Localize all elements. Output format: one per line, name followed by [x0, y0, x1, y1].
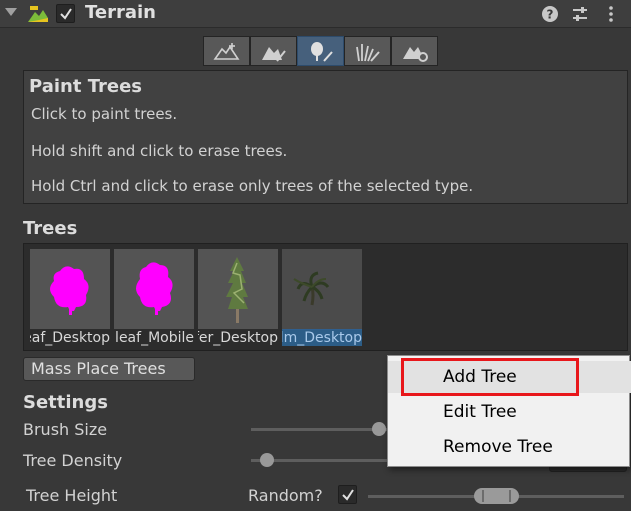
remove-tree-menu-item[interactable]: Remove Tree [388, 431, 631, 463]
tree-density-slider-knob[interactable] [260, 453, 274, 467]
tree-item-conifer-desktop[interactable]: Conifer_Desktop [198, 249, 278, 348]
add-tree-highlight-box [401, 358, 579, 396]
tree-label: Conifer_Desktop [198, 330, 278, 346]
grass-brush-icon [356, 44, 380, 62]
help-line: Click to paint trees. [31, 105, 178, 123]
tree-label: Palm_Desktop [282, 330, 362, 346]
terrain-icon [27, 4, 49, 28]
preset-icon[interactable] [571, 5, 589, 23]
trees-section-title: Trees [23, 218, 78, 239]
edit-tree-menu-item[interactable]: Edit Tree [388, 396, 631, 428]
tree-label: Broadleaf_Desktop [30, 330, 110, 346]
help-title: Paint Trees [29, 76, 143, 97]
create-neighbor-terrains-button[interactable] [203, 36, 250, 66]
help-line: Hold Ctrl and click to erase only trees … [31, 177, 474, 195]
more-options-icon[interactable] [602, 5, 620, 23]
brush-size-slider-track[interactable] [251, 428, 391, 431]
tree-height-label: Tree Height [26, 486, 118, 505]
tree-thumbnail [30, 249, 110, 329]
foldout-arrow-icon[interactable] [5, 8, 17, 16]
svg-text:?: ? [547, 8, 554, 22]
mass-place-trees-button[interactable]: Mass Place Trees [23, 357, 195, 381]
tree-thumbnail [114, 249, 194, 329]
component-title: Terrain [85, 2, 156, 23]
tree-density-label: Tree Density [23, 451, 123, 470]
tree-item-broadleaf-desktop[interactable]: Broadleaf_Desktop [30, 249, 110, 348]
paint-terrain-button[interactable] [250, 36, 297, 66]
tree-height-range-handle[interactable] [474, 488, 519, 504]
random-label: Random? [248, 486, 323, 505]
settings-section-title: Settings [23, 392, 108, 413]
tree-thumbnail [198, 249, 278, 329]
brush-size-label: Brush Size [23, 420, 108, 439]
help-line: Hold shift and click to erase trees. [31, 142, 288, 160]
tree-item-broadleaf-mobile[interactable]: Broadleaf_Mobile [114, 249, 194, 348]
terrain-plus-icon [213, 43, 240, 60]
terrain-enabled-checkbox[interactable] [56, 4, 75, 23]
terrain-gear-icon [403, 47, 428, 62]
terrain-brush-icon [262, 47, 286, 62]
brush-size-slider-knob[interactable] [372, 422, 386, 436]
tree-thumbnail [282, 249, 362, 331]
tree-item-palm-desktop[interactable]: Palm_Desktop [282, 249, 362, 348]
random-checkbox[interactable] [338, 485, 357, 504]
terrain-settings-button[interactable] [391, 36, 438, 66]
paint-trees-button[interactable] [297, 36, 344, 66]
help-icon[interactable]: ? [541, 5, 559, 23]
tree-label: Broadleaf_Mobile [114, 330, 194, 346]
tree-brush-icon [311, 42, 333, 62]
paint-details-button[interactable] [344, 36, 391, 66]
